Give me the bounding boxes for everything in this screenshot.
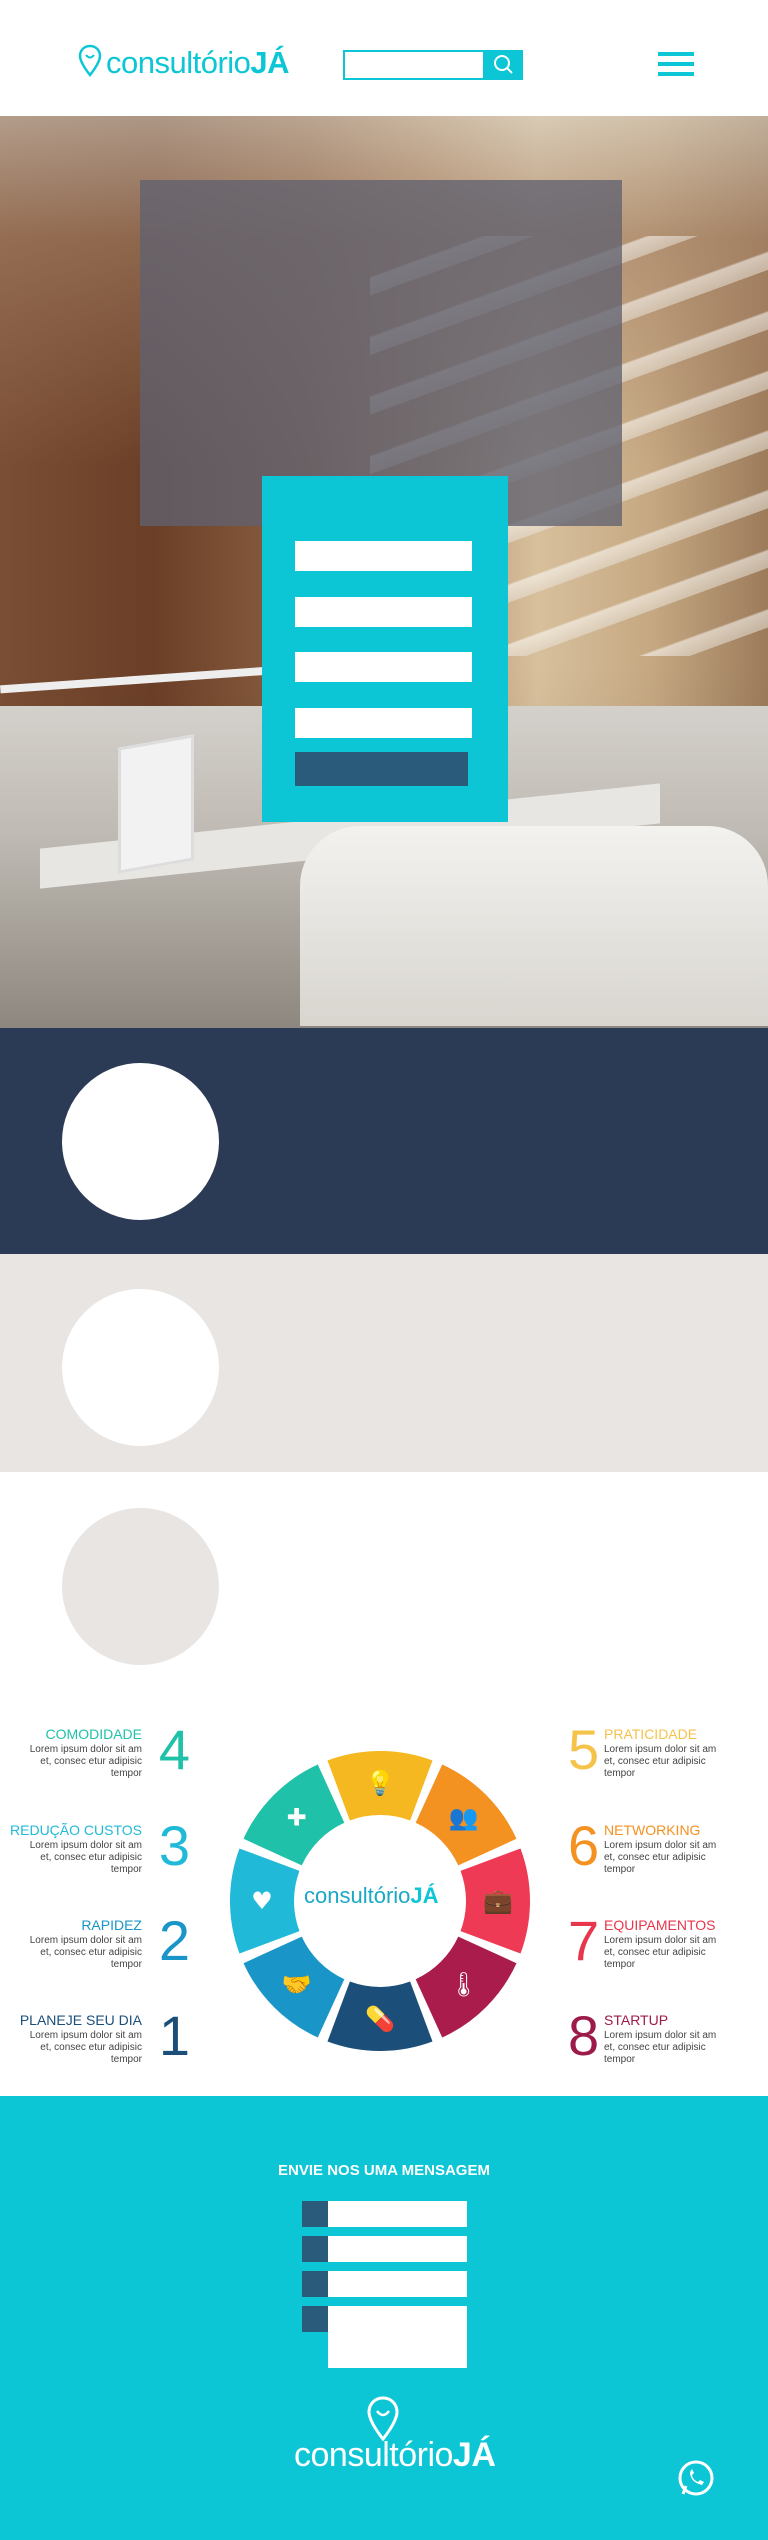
feature-title: RAPIDEZ — [81, 1917, 142, 1933]
whatsapp-button[interactable] — [676, 2458, 716, 2498]
form-field-2[interactable] — [295, 597, 472, 627]
feature-text: Lorem ipsum dolor sit am et, consec etur… — [604, 2030, 717, 2065]
feature-text: Lorem ipsum dolor sit am et, consec etur… — [604, 1935, 717, 1970]
form-submit-button[interactable] — [295, 752, 468, 786]
contact-field-1[interactable] — [302, 2201, 467, 2227]
hero-overlay-box — [140, 180, 622, 526]
feature-text: Lorem ipsum dolor sit am et, consec etur… — [29, 1840, 142, 1875]
feature-left-2: 3 REDUÇÃO CUSTOS Lorem ipsum dolor sit a… — [0, 1818, 190, 1892]
search-icon — [494, 55, 513, 74]
feature-number: 3 — [158, 1814, 190, 1877]
footer-logo[interactable]: consultórioJÁ — [290, 2396, 496, 2480]
field-tag — [302, 2236, 328, 2262]
feature-right-5: 5 PRATICIDADE Lorem ipsum dolor sit am e… — [568, 1722, 768, 1796]
feature-number: 4 — [158, 1718, 190, 1781]
heartbeat-icon: ♥ — [251, 1887, 273, 1915]
wheel-logo: consultórioJÁ — [304, 1883, 439, 1908]
location-pin-icon — [78, 44, 102, 77]
hero-photo-chair — [300, 826, 768, 1026]
form-field-1[interactable] — [295, 541, 472, 571]
hero-photo-lamp — [0, 666, 270, 694]
contact-message-field[interactable] — [302, 2306, 467, 2368]
feature-title: NETWORKING — [604, 1822, 701, 1838]
feature-number: 2 — [158, 1909, 190, 1972]
circle-image-3 — [62, 1508, 219, 1665]
field-input[interactable] — [328, 2271, 467, 2297]
feature-left-3: 2 RAPIDEZ Lorem ipsum dolor sit am et, c… — [0, 1913, 190, 1987]
footer-logo-text: consultórioJÁ — [294, 2436, 496, 2474]
feature-title: REDUÇÃO CUSTOS — [10, 1822, 142, 1838]
thermometer-icon: 🌡 — [448, 1970, 478, 1998]
hamburger-menu-icon[interactable] — [658, 52, 694, 80]
feature-text: Lorem ipsum dolor sit am et, consec etur… — [29, 1935, 142, 1970]
briefcase-icon: 💼 — [483, 1887, 513, 1915]
medical-cross-icon: ✚ — [287, 1804, 307, 1832]
search-input[interactable] — [343, 50, 485, 80]
field-input[interactable] — [328, 2236, 467, 2262]
contact-field-3[interactable] — [302, 2271, 467, 2297]
feature-text: Lorem ipsum dolor sit am et, consec etur… — [604, 1744, 717, 1779]
field-input[interactable] — [328, 2201, 467, 2227]
feature-number: 7 — [568, 1909, 600, 1972]
handshake-icon: 🤝 — [282, 1970, 312, 1998]
field-tag — [302, 2271, 328, 2297]
feature-left-4: 1 PLANEJE SEU DIA Lorem ipsum dolor sit … — [0, 2008, 190, 2082]
feature-number: 6 — [568, 1814, 600, 1877]
form-field-4[interactable] — [295, 708, 472, 738]
logo-text: consultórioJÁ — [106, 45, 290, 80]
hero-photo-monitor — [118, 734, 194, 874]
hero-form — [262, 476, 508, 822]
lightbulb-icon: 💡 — [365, 1769, 395, 1797]
services-wheel: 💡 👥 💼 🌡 💊 🤝 ♥ ✚ consultórioJÁ — [222, 1743, 538, 2059]
field-tag — [302, 2306, 328, 2332]
feature-title: PLANEJE SEU DIA — [19, 2012, 142, 2028]
feature-left-1: 4 COMODIDADE Lorem ipsum dolor sit am et… — [0, 1722, 190, 1796]
whatsapp-icon — [678, 2460, 714, 2496]
form-field-3[interactable] — [295, 652, 472, 682]
feature-right-6: 6 NETWORKING Lorem ipsum dolor sit am et… — [568, 1818, 768, 1892]
contact-title: ENVIE NOS UMA MENSAGEM — [278, 2162, 490, 2179]
feature-title: PRATICIDADE — [604, 1726, 698, 1742]
feature-right-7: 7 EQUIPAMENTOS Lorem ipsum dolor sit am … — [568, 1913, 768, 1987]
pill-icon: 💊 — [365, 2004, 395, 2033]
feature-number: 5 — [568, 1718, 600, 1781]
header: consultórioJÁ — [0, 0, 768, 116]
feature-title: STARTUP — [604, 2012, 669, 2028]
field-tag — [302, 2201, 328, 2227]
search-button[interactable] — [483, 50, 523, 80]
feature-title: EQUIPAMENTOS — [604, 1917, 716, 1933]
search-bar — [343, 50, 523, 80]
people-icon: 👥 — [448, 1804, 478, 1832]
circle-image-1 — [62, 1063, 219, 1220]
logo[interactable]: consultórioJÁ — [78, 42, 290, 82]
feature-number: 8 — [568, 2004, 600, 2067]
circle-image-2 — [62, 1289, 219, 1446]
feature-text: Lorem ipsum dolor sit am et, consec etur… — [29, 1744, 142, 1779]
contact-field-2[interactable] — [302, 2236, 467, 2262]
feature-text: Lorem ipsum dolor sit am et, consec etur… — [604, 1840, 717, 1875]
feature-right-8: 8 STARTUP Lorem ipsum dolor sit am et, c… — [568, 2008, 768, 2082]
feature-text: Lorem ipsum dolor sit am et, consec etur… — [29, 2030, 142, 2065]
feature-title: COMODIDADE — [45, 1726, 142, 1742]
field-textarea[interactable] — [328, 2306, 467, 2368]
feature-number: 1 — [158, 2004, 190, 2067]
